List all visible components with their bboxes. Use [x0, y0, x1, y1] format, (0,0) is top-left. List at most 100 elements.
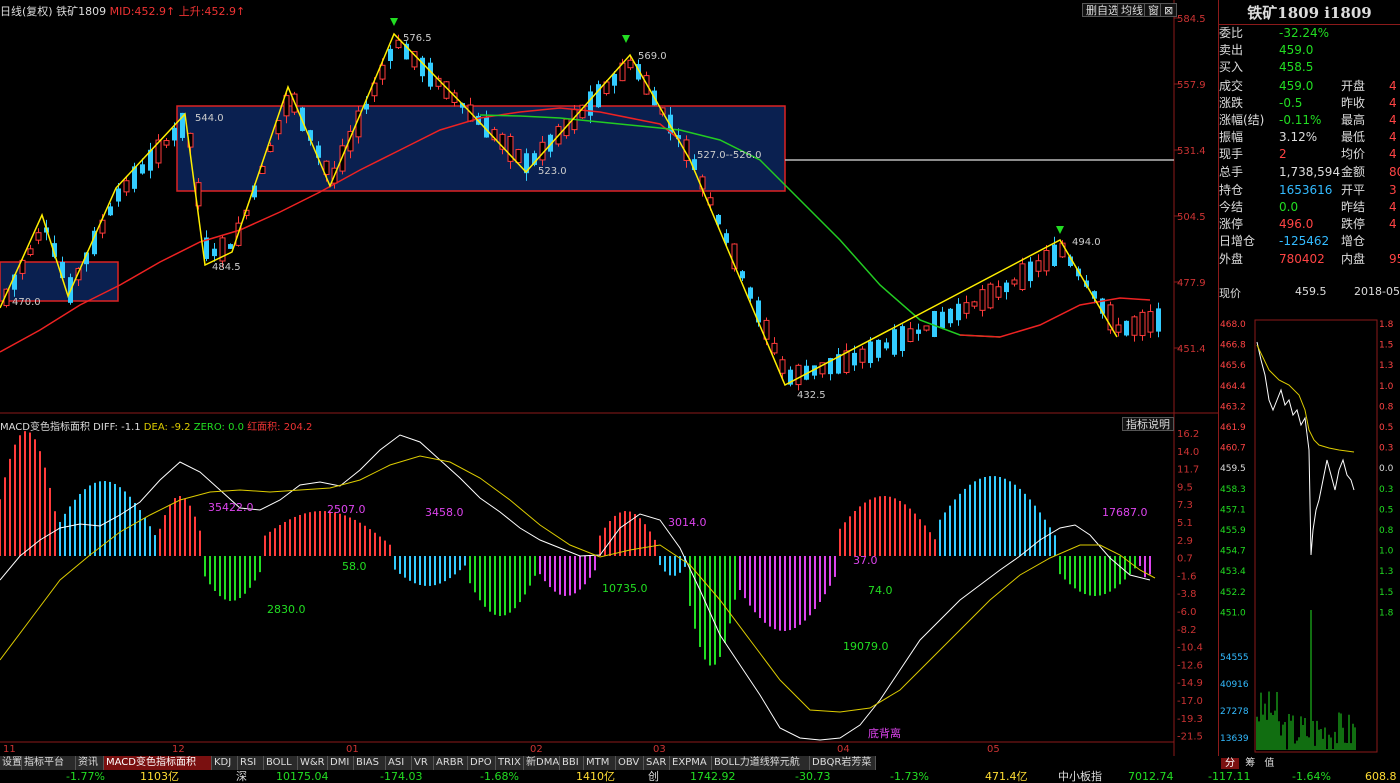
tab-chou[interactable]: 筹	[1242, 758, 1258, 769]
indicator-tab[interactable]: ARBR	[434, 756, 468, 770]
pivot-544: 544.0	[195, 113, 224, 124]
candle-body	[116, 188, 121, 202]
divergence-label: 底背离	[868, 726, 901, 740]
status-value: 471.4亿	[985, 770, 1028, 783]
candle-body	[940, 311, 945, 329]
indicator-tab[interactable]: BBI	[560, 756, 584, 770]
svg-text:13639: 13639	[1220, 734, 1249, 744]
svg-text:531.4: 531.4	[1177, 146, 1206, 157]
candle-body	[92, 230, 97, 255]
indicator-help-button[interactable]: 指标说明	[1122, 417, 1174, 431]
tab-fen[interactable]: 分	[1221, 758, 1239, 769]
svg-text:1.5: 1.5	[1379, 341, 1393, 351]
candle-body	[892, 329, 897, 355]
pivot-576: 576.5	[403, 33, 432, 44]
svg-text:504.5: 504.5	[1177, 212, 1206, 223]
indicator-tab[interactable]: 指标平台	[22, 756, 76, 770]
indicator-tab[interactable]: MACD变色指标面积	[104, 756, 212, 770]
ma-button[interactable]: 均线	[1117, 3, 1147, 17]
svg-text:58.0: 58.0	[342, 560, 367, 573]
macd-axis-label: -3.8	[1177, 589, 1197, 600]
candle-body	[515, 149, 522, 164]
indicator-tab[interactable]: BIAS	[354, 756, 386, 770]
candle-body	[779, 359, 786, 374]
period-label: 日线(复权)	[0, 5, 53, 18]
candle-body	[923, 325, 930, 331]
candle-body	[339, 145, 346, 172]
svg-text:1.5: 1.5	[1379, 588, 1393, 598]
main-chart[interactable]: 470.0 544.0 484.5 576.5 523.0 569.0 527.…	[0, 0, 1218, 756]
status-value: -1.73%	[890, 770, 929, 783]
indicator-tab[interactable]: BOLL	[264, 756, 298, 770]
candle-body	[123, 180, 130, 193]
svg-text:1.3: 1.3	[1379, 361, 1393, 371]
indicator-tab[interactable]: 设置	[0, 756, 22, 770]
indicator-tab[interactable]: ASI	[386, 756, 412, 770]
indicator-tab[interactable]: SAR	[644, 756, 670, 770]
candle-body	[979, 289, 986, 311]
macd-axis-label: -6.0	[1177, 607, 1197, 618]
quote-row: 现手 2 均价 4	[1219, 147, 1397, 162]
macd-histogram	[0, 431, 1151, 666]
indicator-tab[interactable]: RSI	[238, 756, 264, 770]
quote-date: 2018-05-3	[1354, 285, 1400, 298]
macd-axis-label: 5.1	[1177, 518, 1193, 529]
svg-text:2830.0: 2830.0	[267, 603, 306, 616]
close-icon[interactable]: ⊠	[1160, 3, 1178, 17]
svg-text:1.8: 1.8	[1379, 320, 1394, 330]
candle-body	[771, 342, 778, 354]
candle-body	[948, 308, 953, 324]
candle-body	[907, 328, 914, 343]
candle-body	[748, 287, 753, 299]
indicator-tab[interactable]: W&R	[298, 756, 328, 770]
quote-row: 涨幅(结) -0.11% 最高 4	[1219, 113, 1397, 127]
indicator-tab[interactable]: BOLL力道线猝元航	[712, 756, 810, 770]
quote-row: 涨停 496.0 跌停 4	[1219, 217, 1397, 232]
svg-text:54555: 54555	[1220, 653, 1249, 663]
svg-text:451.0: 451.0	[1220, 608, 1246, 618]
pivot-484: 484.5	[212, 262, 241, 273]
status-value: 1742.92	[690, 770, 736, 783]
svg-text:477.9: 477.9	[1177, 278, 1206, 289]
intraday-chart[interactable]: 468.0 466.8 465.6 464.4 463.2 461.9 460.7 459.5…	[1219, 300, 1400, 756]
candle-body	[627, 59, 634, 69]
indicator-tab[interactable]: VR	[412, 756, 434, 770]
candle-body	[1124, 320, 1129, 336]
svg-text:0.5: 0.5	[1379, 423, 1393, 433]
status-value: 中小板指	[1058, 770, 1102, 783]
candle-body	[868, 341, 873, 364]
indicator-tab[interactable]: DBQR岩芳菜	[810, 756, 876, 770]
indicator-tab[interactable]: DPO	[468, 756, 496, 770]
status-value: -117.11	[1208, 770, 1251, 783]
indicator-tab[interactable]: 资讯	[76, 756, 104, 770]
quote-row: 外盘780402内盘958	[1219, 251, 1400, 266]
indicator-tab[interactable]: EXPMA	[670, 756, 712, 770]
status-value: -1.68%	[480, 770, 519, 783]
candle-body	[859, 348, 866, 363]
svg-text:468.0: 468.0	[1220, 320, 1246, 330]
indicator-tab[interactable]: OBV	[616, 756, 644, 770]
candle-body	[916, 329, 921, 334]
svg-text:455.9: 455.9	[1220, 526, 1246, 536]
svg-text:0.3: 0.3	[1379, 485, 1393, 495]
quote-row: 总手1,738,594金额802	[1219, 164, 1400, 179]
candle-body	[1139, 311, 1146, 337]
indicator-tab[interactable]: KDJ	[212, 756, 238, 770]
candle-body	[795, 364, 802, 386]
candle-body	[212, 248, 217, 257]
indicator-tab[interactable]: DMI	[328, 756, 354, 770]
svg-text:0.0: 0.0	[1379, 464, 1394, 474]
candle-body	[956, 303, 961, 321]
indicator-tab[interactable]: TRIX	[496, 756, 524, 770]
svg-text:74.0: 74.0	[868, 584, 893, 597]
candle-body	[987, 283, 994, 309]
indicator-tab[interactable]: MTM	[584, 756, 616, 770]
svg-text:458.3: 458.3	[1220, 485, 1246, 495]
quote-row: 卖出 459.0	[1219, 43, 1314, 58]
indicator-tab[interactable]: 新DMA	[524, 756, 560, 770]
svg-text:05: 05	[987, 744, 1000, 755]
candle-body	[1156, 308, 1161, 332]
status-value: -1.64%	[1292, 770, 1331, 783]
tab-zhi[interactable]: 值	[1261, 758, 1277, 769]
svg-text:454.7: 454.7	[1220, 547, 1246, 557]
